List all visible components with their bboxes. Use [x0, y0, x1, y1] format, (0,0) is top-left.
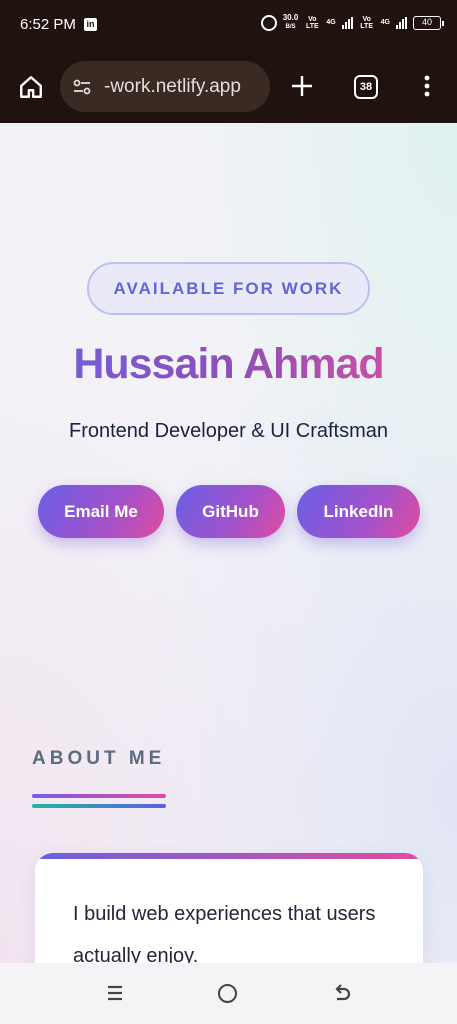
more-vert-icon[interactable] [424, 74, 430, 98]
signal-icon-1 [341, 16, 353, 29]
net-speed-value: 30.0 [282, 13, 299, 22]
alarm-icon [260, 14, 277, 31]
tab-switcher-button[interactable]: 38 [354, 75, 378, 99]
signal-icon-2 [396, 16, 407, 29]
title-underline-primary [32, 794, 166, 798]
browser-toolbar: -work.netlify.app 38 [0, 50, 457, 123]
home-nav-icon[interactable] [218, 984, 237, 1003]
plus-icon[interactable] [290, 74, 314, 98]
section-title-about: ABOUT ME [32, 748, 166, 769]
net-speed-unit: B/S [285, 24, 296, 30]
linkedin-icon: in [84, 18, 97, 31]
address-bar[interactable]: -work.netlify.app [60, 61, 270, 112]
availability-badge: AVAILABLE FOR WORK [87, 262, 370, 315]
network-type-1: 4G [326, 19, 336, 26]
home-icon[interactable] [18, 74, 44, 100]
status-time: 6:52 PM [20, 16, 76, 33]
url-text[interactable]: -work.netlify.app [104, 76, 241, 98]
volte-badge-2: Vo LTE [360, 15, 373, 30]
status-indicators: 30.0 B/S Vo LTE 4G Vo LTE 4G 40 [260, 14, 444, 31]
page-content: AVAILABLE FOR WORK Hussain Ahmad Fronten… [0, 123, 457, 963]
back-icon[interactable] [332, 983, 352, 1003]
card-accent-bar [35, 853, 423, 859]
title-underline-secondary [32, 804, 166, 808]
github-button[interactable]: GitHub [176, 485, 285, 538]
status-bar: 6:52 PM in 30.0 B/S Vo LTE 4G Vo LTE 4G … [0, 0, 457, 50]
linkedin-button[interactable]: LinkedIn [297, 485, 420, 538]
volte-badge-1: Vo LTE [305, 15, 319, 30]
email-me-button[interactable]: Email Me [38, 485, 164, 538]
hero-name: Hussain Ahmad [0, 340, 457, 389]
system-nav-bar [0, 963, 457, 1024]
network-type-2: 4G [380, 19, 390, 26]
battery-icon: 40 [413, 15, 444, 30]
about-card: I build web experiences that users actua… [35, 853, 423, 963]
recents-icon[interactable] [106, 984, 124, 1002]
net-speed: 30.0 B/S [283, 14, 299, 31]
site-settings-icon[interactable] [72, 77, 92, 97]
about-text: I build web experiences that users actua… [73, 903, 376, 963]
hero-subtitle: Frontend Developer & UI Craftsman [68, 420, 389, 442]
